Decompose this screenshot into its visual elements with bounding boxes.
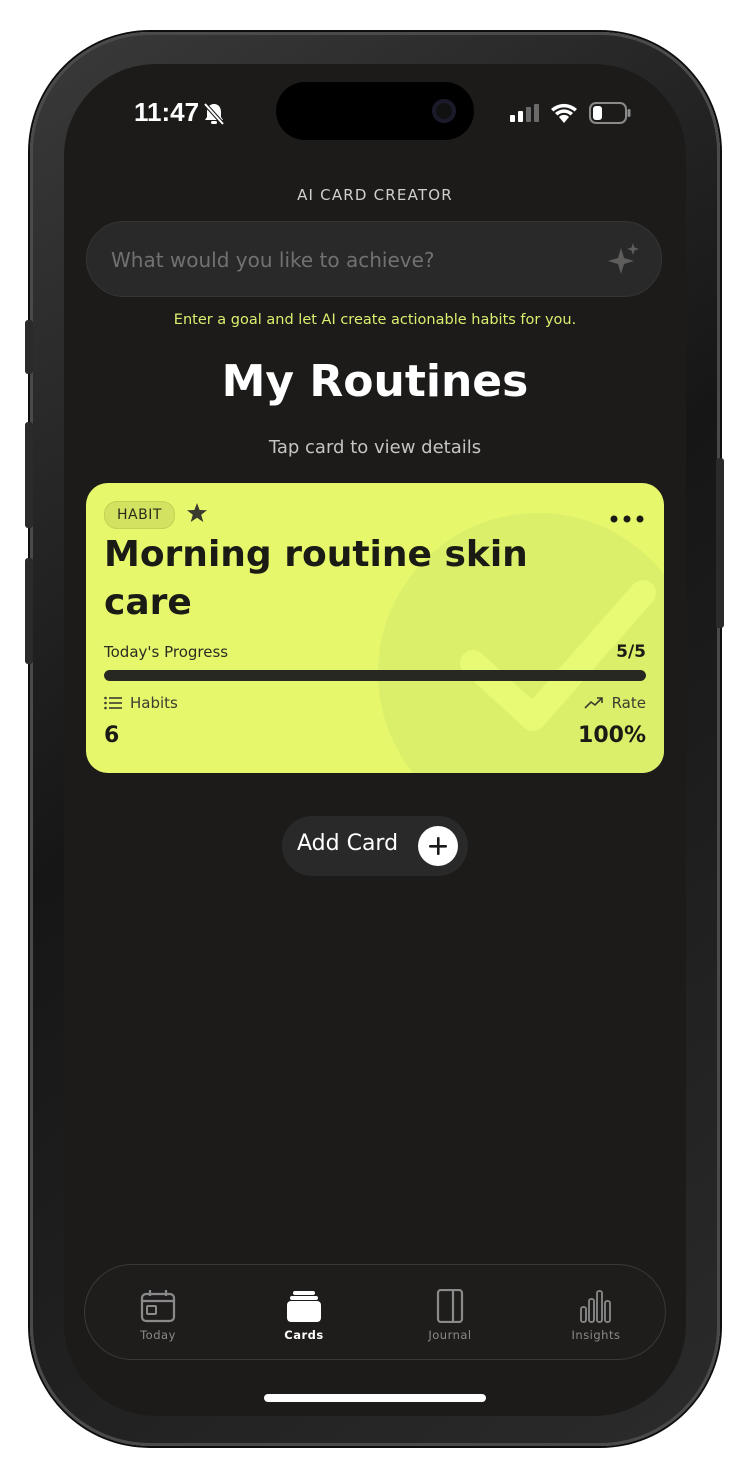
page-title: My Routines [221,356,529,407]
rate-label: Rate [611,694,646,712]
calendar-icon [140,1290,176,1323]
card-type-chip: HABIT [104,501,175,529]
cards-icon [287,1291,321,1322]
progress-value: 5/5 [616,642,646,662]
battery-icon [589,102,631,124]
volume-down-button [25,558,33,664]
signal-icon [510,104,539,122]
star-icon[interactable] [186,502,208,524]
goal-input[interactable] [109,222,593,298]
app-screen: 11:47 AI CARD CREATOR Enter a goal and l… [64,64,686,1416]
bell-slash-icon [203,102,225,126]
card-title: Morning routine skin care [104,534,528,623]
list-icon [104,696,122,710]
trending-up-icon [584,697,603,709]
bottom-tab-bar: Today Cards Journal Insights [84,1264,666,1360]
sparkle-icon[interactable] [607,242,641,278]
routine-card[interactable]: HABIT Morning routine skin care Today's … [86,483,664,773]
rate-value: 100% [578,723,646,748]
bar-chart-icon [580,1290,611,1323]
tab-today[interactable]: Today [85,1265,231,1361]
journal-icon [436,1289,464,1323]
power-button [716,458,724,628]
action-button [25,320,33,374]
tab-insights-label: Insights [571,1328,621,1342]
tab-journal[interactable]: Journal [377,1265,523,1361]
tab-cards-label: Cards [284,1328,324,1342]
add-card-label: Add Card [297,831,399,856]
tab-today-label: Today [140,1328,176,1342]
tab-insights[interactable]: Insights [523,1265,669,1361]
progress-fill [104,670,646,681]
home-indicator[interactable] [264,1394,486,1402]
more-options-icon[interactable] [610,515,644,523]
habits-count: 6 [104,723,120,748]
volume-up-button [25,422,33,528]
front-camera [432,99,456,123]
dynamic-island [276,82,474,140]
tab-journal-label: Journal [428,1328,472,1342]
ai-hint-text: Enter a goal and let AI create actionabl… [173,312,577,328]
plus-icon [418,826,458,866]
progress-label: Today's Progress [104,643,229,661]
habits-label: Habits [130,694,178,712]
ai-creator-title: AI CARD CREATOR [297,186,453,204]
wifi-icon [551,103,577,123]
tab-cards[interactable]: Cards [231,1265,377,1361]
page-subtitle: Tap card to view details [268,437,482,458]
status-time: 11:47 [134,97,200,127]
goal-search-box[interactable] [86,221,662,298]
add-card-button[interactable]: Add Card [282,816,468,876]
progress-bar [104,670,646,681]
